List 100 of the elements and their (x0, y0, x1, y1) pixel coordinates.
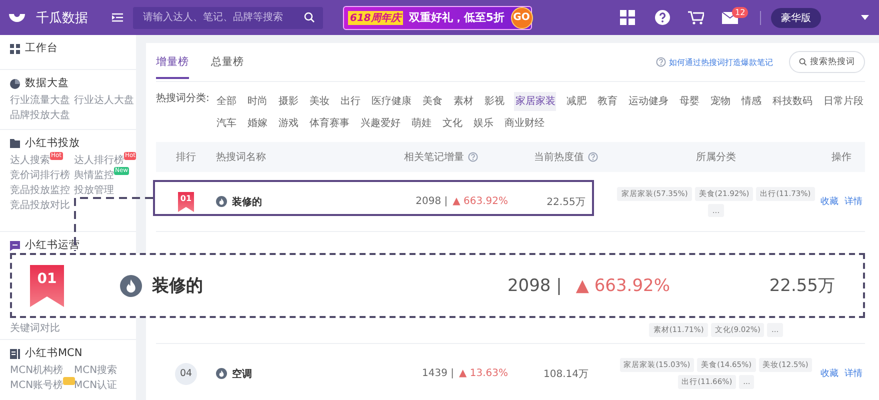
search-field[interactable]: 请输入达人、笔记、品牌等搜索 (133, 6, 323, 28)
category-option[interactable]: 减肥 (565, 92, 588, 110)
category-option[interactable]: 影视 (483, 92, 506, 110)
section-title: 工作台 (25, 43, 58, 54)
promo-text: 双重好礼，低至5折 (408, 10, 505, 25)
chat-icon (10, 240, 20, 250)
category-option[interactable]: 文化 (441, 114, 464, 132)
help-icon[interactable] (655, 10, 670, 25)
category-option[interactable]: 美食 (421, 92, 444, 110)
section-title: 数据大盘 (25, 78, 69, 89)
keyword-name: 装修的 (152, 275, 203, 297)
sidebar-link[interactable]: MCN机构榜 (10, 365, 64, 376)
category-option[interactable]: 商业财经 (503, 114, 546, 132)
growth-value: ▲ 13.63% (459, 368, 508, 379)
action-link[interactable]: 收藏 (820, 195, 838, 208)
column-header: 当前热度值 (534, 150, 584, 164)
section-title: 小红书投放 (25, 138, 80, 149)
sidebar-link[interactable]: 竞品投放对比 (10, 200, 70, 211)
heat-value: 22.55万 (546, 196, 586, 208)
menu-collapse-icon[interactable] (112, 13, 123, 22)
action-link[interactable]: 详情 (844, 195, 862, 208)
column-header: 排行 (175, 150, 197, 164)
sidebar-link[interactable]: 舆情监控 (74, 170, 114, 181)
help-link[interactable]: 如何通过热搜词打造爆款笔记 (656, 56, 773, 68)
category-option[interactable]: 汽车 (215, 114, 238, 132)
category-option[interactable]: 娱乐 (472, 114, 494, 132)
category-option[interactable]: 出行 (339, 92, 362, 110)
sidebar-link[interactable]: 行业达人大盘 (74, 95, 134, 106)
category-option[interactable]: 全部 (215, 92, 238, 110)
cart-icon[interactable] (688, 10, 704, 24)
filter-label: 热搜词分类: (156, 92, 210, 106)
grid-icon[interactable] (620, 10, 635, 25)
category-option[interactable]: 兴趣爱好 (359, 114, 402, 132)
sidebar-link[interactable]: MCN搜索 (74, 365, 118, 376)
sidebar-link[interactable]: 达人排行榜 (74, 155, 124, 166)
tab[interactable]: 总量榜 (211, 55, 244, 79)
promo-tag: 618周年庆 (348, 10, 403, 24)
sidebar-link[interactable]: 竞品投放监控 (10, 185, 70, 196)
help-link-icon (656, 57, 666, 67)
sidebar-link[interactable]: 品牌投放大盘 (10, 110, 70, 121)
note-count: 2098 | (416, 196, 448, 207)
column-header: 所属分类 (695, 150, 737, 164)
column-header: 相关笔记增量 (404, 150, 464, 164)
rank-flag: 01 (30, 264, 64, 306)
action-link[interactable]: 详情 (844, 367, 862, 380)
sidebar-link[interactable]: 竞价词排行榜 (10, 170, 70, 181)
category-option[interactable]: 宠物 (709, 92, 732, 110)
heat-value: 108.14万 (542, 368, 590, 380)
category-option[interactable]: 母婴 (678, 92, 700, 110)
rank-badge: 04 (175, 362, 197, 384)
heat-value: 22.55万 (768, 275, 836, 297)
category-option[interactable]: 摄影 (277, 92, 300, 110)
category-option[interactable]: 美妆 (308, 92, 330, 110)
column-header: 操作 (830, 151, 852, 164)
category-option[interactable]: 医疗健康 (370, 92, 412, 110)
category-option[interactable]: 家居家装 (514, 92, 556, 110)
category-option[interactable]: 运动健身 (627, 92, 670, 110)
category-option[interactable]: 婚嫁 (246, 114, 268, 132)
note-count: 2098 | (507, 276, 562, 296)
flame-icon (216, 368, 227, 379)
growth-value: ▲ 663.92% (576, 276, 670, 296)
section-title: 小红书MCN (25, 348, 82, 359)
category-option[interactable]: 科技数码 (771, 92, 814, 110)
note-count: 1439 | (422, 368, 454, 379)
column-header: 热搜词名称 (216, 150, 267, 164)
sidebar-link[interactable]: 达人搜索 (10, 155, 50, 166)
dropdown-caret-icon[interactable] (861, 15, 869, 20)
growth-value: ▲ 663.92% (452, 196, 508, 207)
search-icon[interactable] (304, 12, 315, 23)
rank-flag: 01 (178, 192, 194, 212)
action-link[interactable]: 收藏 (820, 367, 838, 380)
sidebar-link[interactable]: 行业流量大盘 (10, 95, 70, 106)
tab[interactable]: 增量榜 (156, 55, 189, 79)
sidebar-link[interactable]: 投放管理 (74, 185, 114, 196)
logo-icon (8, 12, 26, 24)
flame-icon (216, 196, 227, 207)
search-icon (799, 58, 807, 66)
category-option[interactable]: 日常片段 (822, 92, 864, 110)
grid-icon (10, 44, 20, 54)
search-button[interactable]: 搜索热搜词 (789, 51, 865, 73)
keyword-name[interactable]: 装修的 (232, 194, 262, 208)
promo-banner[interactable]: 618周年庆 双重好礼，低至5折 GO (343, 6, 532, 30)
category-option[interactable]: 时尚 (246, 92, 268, 110)
notification-badge: 12 (732, 6, 748, 18)
category-option[interactable]: 情感 (740, 92, 762, 110)
brand-name: 千瓜数据 (36, 10, 88, 26)
category-option[interactable]: 游戏 (277, 114, 300, 132)
keyword-name[interactable]: 空调 (232, 366, 252, 380)
document-icon (10, 348, 20, 358)
category-option[interactable]: 萌娃 (410, 114, 432, 132)
sidebar-link[interactable]: 关键词对比 (10, 323, 60, 334)
sidebar-link[interactable]: MCN账号榜 (10, 380, 64, 391)
pie-chart-icon (10, 78, 20, 88)
flame-icon (120, 274, 142, 296)
sidebar-link[interactable]: MCN认证 (74, 380, 118, 391)
category-option[interactable]: 教育 (596, 92, 618, 110)
folder-icon (10, 139, 20, 148)
plan-button[interactable]: 豪华版 (771, 8, 821, 28)
category-option[interactable]: 素材 (452, 92, 474, 110)
category-option[interactable]: 体育赛事 (308, 114, 350, 132)
